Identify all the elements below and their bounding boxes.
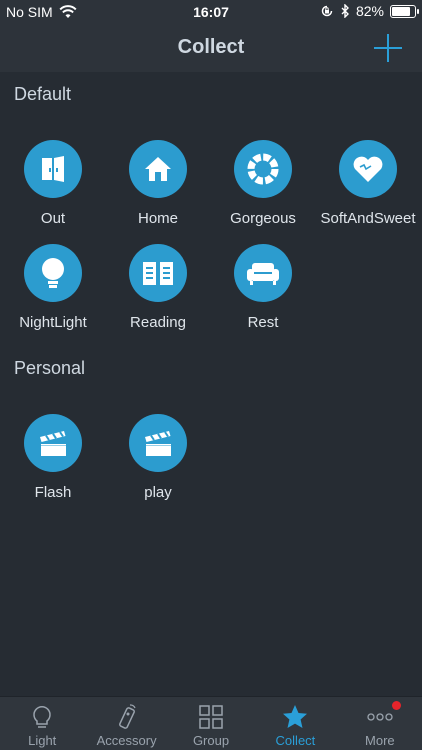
more-dots-icon: [367, 713, 393, 721]
scene-label: Home: [137, 210, 178, 227]
tab-accessory[interactable]: Accessory: [84, 697, 168, 750]
battery-fill: [392, 6, 410, 16]
scene-reading[interactable]: Reading: [105, 244, 211, 348]
clapperboard-icon: [24, 414, 82, 472]
tab-label: Collect: [275, 733, 316, 748]
bluetooth-icon: [341, 4, 349, 18]
scene-label: Rest: [247, 314, 279, 331]
scene-softandsweet[interactable]: SoftAndSweet: [315, 140, 421, 244]
scene-label: Reading: [130, 314, 186, 331]
star-icon: [283, 705, 308, 728]
tab-collect[interactable]: Collect: [253, 697, 337, 750]
bulb-icon: [24, 244, 82, 302]
section-header-default: Default: [14, 84, 72, 104]
tab-label: More: [365, 733, 395, 748]
clapperboard-icon: [129, 414, 187, 472]
orientation-lock-icon: [321, 5, 333, 17]
scene-flash[interactable]: Flash: [0, 414, 106, 518]
scene-gorgeous[interactable]: Gorgeous: [210, 140, 316, 244]
status-bar: No SIM 16:07 82%: [0, 0, 422, 24]
tab-more[interactable]: More: [338, 697, 422, 750]
tab-label: Accessory: [96, 733, 157, 748]
scene-label: SoftAndSweet: [320, 210, 416, 227]
heart-icon: [339, 140, 397, 198]
battery-icon: [390, 4, 419, 18]
scene-out[interactable]: Out: [0, 140, 106, 244]
book-icon: [129, 244, 187, 302]
battery-percent: 82%: [355, 3, 384, 19]
remote-icon: [118, 704, 136, 729]
nav-bar: Collect: [0, 24, 422, 72]
notification-badge: [391, 701, 401, 710]
lightbulb-icon: [33, 706, 51, 728]
page-title: Collect: [177, 36, 245, 58]
add-button[interactable]: [374, 34, 402, 62]
scene-rest[interactable]: Rest: [210, 244, 316, 348]
scene-nightlight[interactable]: NightLight: [0, 244, 106, 348]
section-header-personal: Personal: [14, 358, 86, 378]
tab-bar: Light Accessory Group Collect More: [0, 696, 422, 750]
scene-play[interactable]: play: [105, 414, 211, 518]
house-icon: [129, 140, 187, 198]
scene-home[interactable]: Home: [105, 140, 211, 244]
tab-label: Light: [28, 733, 57, 748]
status-right: 82%: [320, 3, 419, 19]
tab-label: Group: [192, 733, 230, 748]
tab-group[interactable]: Group: [169, 697, 253, 750]
sofa-icon: [234, 244, 292, 302]
grid-icon: [199, 705, 223, 729]
scene-label: play: [144, 484, 172, 501]
door-icon: [24, 140, 82, 198]
scene-label: Gorgeous: [230, 210, 296, 227]
tab-light[interactable]: Light: [0, 697, 84, 750]
ring-icon: [234, 140, 292, 198]
